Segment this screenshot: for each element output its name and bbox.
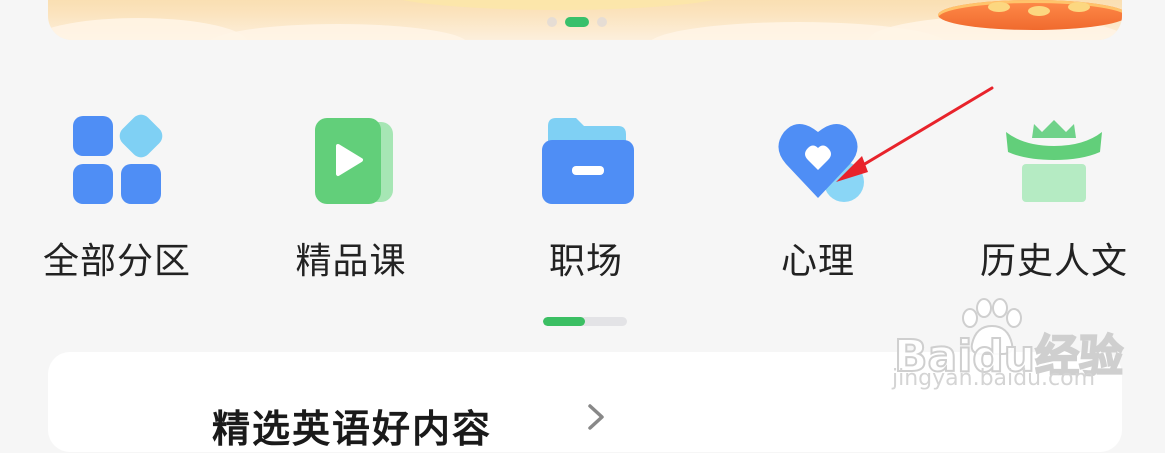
category-label: 心理 bbox=[780, 241, 855, 282]
paw-icon bbox=[962, 298, 1022, 355]
category-label: 精品课 bbox=[295, 241, 407, 282]
featured-content-card[interactable]: 精选英语好内容 bbox=[48, 352, 1122, 452]
category-label: 全部分区 bbox=[42, 241, 191, 282]
play-icon bbox=[301, 110, 401, 210]
carousel-indicator bbox=[547, 17, 607, 27]
category-label: 职场 bbox=[548, 241, 623, 282]
grid-icon bbox=[67, 110, 167, 210]
banner-cloud bbox=[208, 24, 468, 40]
category-scroll-indicator bbox=[543, 317, 627, 326]
heart-icon bbox=[768, 110, 868, 210]
section-title: 精选英语好内容 bbox=[212, 407, 493, 451]
folder-icon bbox=[536, 110, 636, 210]
carousel-dot-active bbox=[565, 17, 589, 27]
coin-icon bbox=[1068, 2, 1090, 12]
chevron-right-icon[interactable] bbox=[582, 402, 612, 432]
category-label: 历史人文 bbox=[979, 241, 1128, 282]
coin-icon bbox=[988, 2, 1010, 12]
category-premium-course[interactable]: 精品课 bbox=[261, 110, 441, 290]
category-all[interactable]: 全部分区 bbox=[27, 110, 207, 290]
category-history-culture[interactable]: 历史人文 bbox=[964, 110, 1144, 290]
coin-icon bbox=[1028, 6, 1050, 16]
banner-illustration bbox=[938, 0, 1122, 30]
pavilion-icon bbox=[1004, 110, 1104, 210]
category-grid: 全部分区 精品课 职场 心理 历史人文 bbox=[0, 110, 1165, 290]
category-workplace[interactable]: 职场 bbox=[496, 110, 676, 290]
carousel-dot bbox=[597, 17, 607, 27]
category-psychology[interactable]: 心理 bbox=[728, 110, 908, 290]
scroll-thumb bbox=[543, 317, 585, 326]
banner-glow bbox=[378, 0, 738, 10]
carousel-dot bbox=[547, 17, 557, 27]
